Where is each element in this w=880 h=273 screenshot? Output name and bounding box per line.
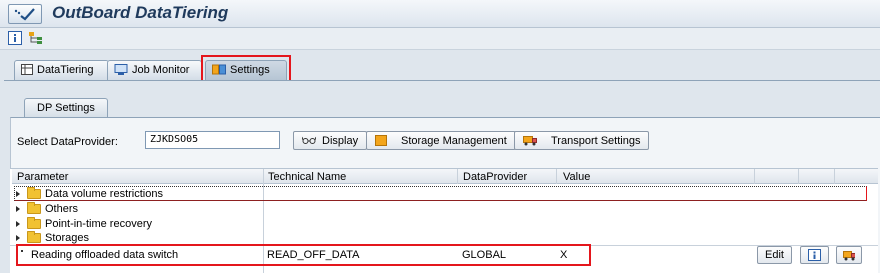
edit-button[interactable]: Edit bbox=[757, 246, 792, 264]
column-header-value[interactable]: Value bbox=[563, 171, 590, 183]
column-header-technical-name[interactable]: Technical Name bbox=[268, 171, 346, 183]
info-icon bbox=[808, 249, 821, 261]
expand-arrow-icon[interactable] bbox=[16, 191, 20, 197]
folder-icon bbox=[27, 202, 41, 214]
display-label: Display bbox=[322, 134, 359, 147]
bullet-icon bbox=[21, 250, 23, 252]
menu-button[interactable] bbox=[8, 4, 42, 24]
display-button[interactable]: Display bbox=[293, 131, 368, 150]
expand-arrow-icon[interactable] bbox=[16, 206, 20, 212]
dataprovider-cell[interactable]: GLOBAL bbox=[462, 249, 506, 261]
storage-management-button[interactable]: Storage Management bbox=[366, 131, 516, 150]
info-icon[interactable] bbox=[8, 31, 24, 47]
technical-name-cell[interactable]: READ_OFF_DATA bbox=[267, 249, 360, 261]
column-header-parameter[interactable]: Parameter bbox=[17, 171, 68, 183]
tree-node-label: Data volume restrictions bbox=[45, 188, 163, 200]
folder-icon bbox=[27, 187, 41, 199]
toolbar bbox=[0, 28, 880, 50]
value-cell[interactable]: X bbox=[560, 249, 567, 261]
storage-label: Storage Management bbox=[401, 134, 507, 147]
tree-node-label: Point-in-time recovery bbox=[45, 218, 152, 230]
table-header bbox=[12, 169, 878, 184]
tree-node-point-in-time[interactable]: Point-in-time recovery bbox=[16, 217, 152, 231]
tree-node-data-volume[interactable]: Data volume restrictions bbox=[16, 187, 163, 201]
folder-icon bbox=[27, 217, 41, 229]
tree-node-storages[interactable]: Storages bbox=[16, 231, 89, 245]
folder-icon bbox=[27, 231, 41, 243]
checkmark-icon bbox=[14, 8, 35, 21]
table-icon bbox=[21, 64, 33, 75]
storage-icon bbox=[375, 135, 387, 146]
transport-icon bbox=[523, 136, 537, 146]
column-divider bbox=[834, 169, 835, 184]
app-title: OutBoard DataTiering bbox=[52, 3, 229, 22]
info-button[interactable] bbox=[800, 246, 829, 264]
transport-row-button[interactable] bbox=[836, 246, 862, 264]
tab-label: DataTiering bbox=[37, 64, 94, 76]
monitor-icon bbox=[114, 64, 128, 75]
transport-icon bbox=[843, 250, 855, 260]
tree-node-label: Storages bbox=[45, 232, 90, 244]
tree-node-others[interactable]: Others bbox=[16, 202, 78, 216]
parameter-cell[interactable]: Reading offloaded data switch bbox=[31, 249, 178, 261]
tree-node-label: Others bbox=[45, 203, 79, 215]
transport-settings-button[interactable]: Transport Settings bbox=[514, 131, 650, 150]
expand-arrow-icon[interactable] bbox=[16, 235, 20, 241]
select-dataprovider-label: Select DataProvider: bbox=[17, 136, 118, 148]
column-divider bbox=[457, 169, 458, 184]
tab-label: Job Monitor bbox=[132, 64, 190, 76]
tab-dp-settings[interactable]: DP Settings bbox=[24, 98, 108, 117]
column-divider bbox=[798, 169, 799, 184]
hierarchy-icon[interactable] bbox=[28, 31, 44, 47]
transport-label: Transport Settings bbox=[551, 134, 641, 147]
tab-datatiering[interactable]: DataTiering bbox=[14, 60, 109, 80]
tab-job-monitor[interactable]: Job Monitor bbox=[107, 60, 202, 80]
glasses-icon bbox=[302, 136, 316, 144]
dataprovider-input[interactable]: ZJKDSO05 bbox=[145, 131, 280, 149]
column-divider bbox=[556, 169, 557, 184]
column-header-dataprovider[interactable]: DataProvider bbox=[463, 171, 527, 183]
expand-arrow-icon[interactable] bbox=[16, 221, 20, 227]
column-divider bbox=[754, 169, 755, 184]
